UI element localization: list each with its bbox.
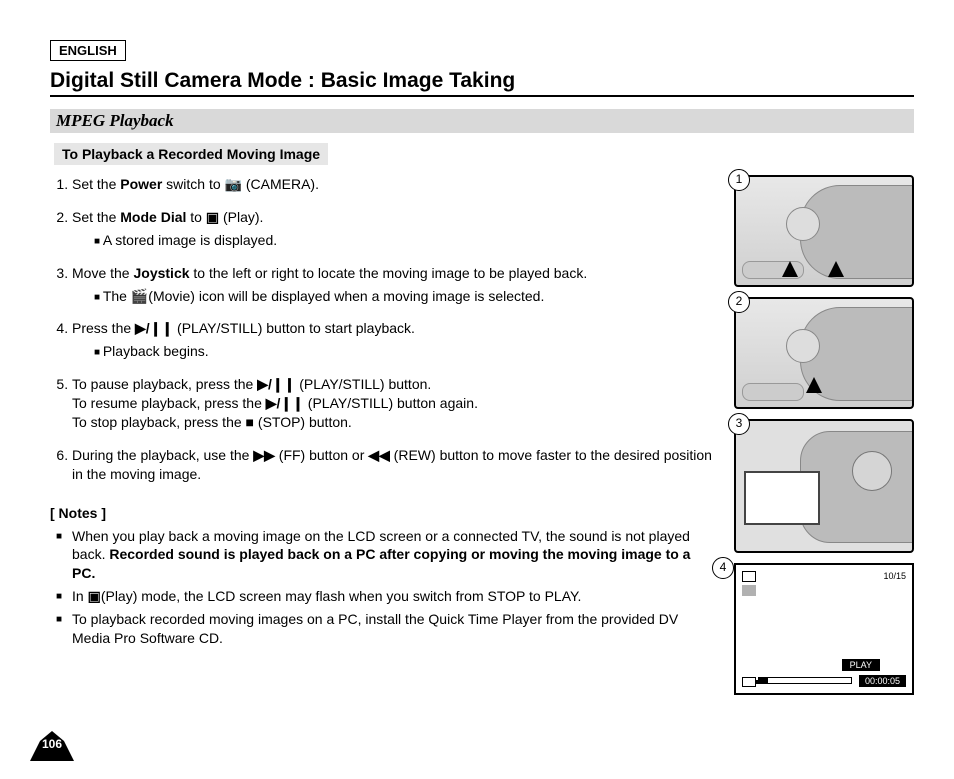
- step-1: Set the Power switch to 📷 (CAMERA).: [72, 175, 714, 194]
- figure-4: 4 10/15 PLAY 00:00:05: [734, 563, 914, 695]
- figure-column: 1 2 3 4: [734, 175, 914, 695]
- movie-icon: 🎬: [131, 288, 148, 304]
- figure-2: 2: [734, 297, 914, 409]
- note-1: When you play back a moving image on the…: [50, 527, 714, 584]
- play-mode-icon: ▣: [206, 209, 219, 225]
- step-4-sub: Playback begins.: [94, 342, 714, 361]
- play-mode-icon: ▣: [88, 588, 101, 604]
- battery-icon: [742, 677, 756, 687]
- figure-2-illustration: [734, 297, 914, 409]
- arrow-up-icon: [806, 377, 822, 393]
- progress-bar: [758, 677, 852, 684]
- step-3: Move the Joystick to the left or right t…: [72, 264, 714, 306]
- ff-icon: ▶▶: [253, 447, 275, 463]
- step-4: Press the ▶/❙❙ (PLAY/STILL) button to st…: [72, 319, 714, 361]
- step-5: To pause playback, press the ▶/❙❙ (PLAY/…: [72, 375, 714, 432]
- note-2: In ▣(Play) mode, the LCD screen may flas…: [50, 587, 714, 606]
- note-3: To playback recorded moving images on a …: [50, 610, 714, 648]
- arrow-up-icon: [828, 261, 844, 277]
- figure-1-illustration: [734, 175, 914, 287]
- page-title: Digital Still Camera Mode : Basic Image …: [50, 69, 914, 97]
- arrow-up-icon: [782, 261, 798, 277]
- figure-3-illustration: [734, 419, 914, 553]
- subsection-heading: To Playback a Recorded Moving Image: [54, 143, 328, 165]
- step-3-sub: The 🎬(Movie) icon will be displayed when…: [94, 287, 714, 306]
- step-6: During the playback, use the ▶▶ (FF) but…: [72, 446, 714, 484]
- playback-screen: 10/15 PLAY 00:00:05: [734, 563, 914, 695]
- figure-3: 3: [734, 419, 914, 553]
- stop-icon: ■: [246, 414, 254, 430]
- rew-icon: ◀◀: [368, 447, 390, 463]
- page-number: 106: [30, 737, 74, 751]
- figure-3-number: 3: [728, 413, 750, 435]
- page-number-badge: 106: [30, 731, 74, 761]
- step-2-sub: A stored image is displayed.: [94, 231, 714, 250]
- figure-1: 1: [734, 175, 914, 287]
- camera-icon: 📷: [225, 176, 242, 192]
- step-2: Set the Mode Dial to ▣ (Play). A stored …: [72, 208, 714, 250]
- figure-4-number: 4: [712, 557, 734, 579]
- play-still-icon: ▶/❙❙: [135, 320, 173, 336]
- card-icon: [742, 571, 756, 582]
- play-still-icon: ▶/❙❙: [257, 376, 295, 392]
- section-heading: MPEG Playback: [50, 109, 914, 133]
- play-status-label: PLAY: [842, 659, 880, 671]
- elapsed-time: 00:00:05: [859, 675, 906, 687]
- image-counter: 10/15: [883, 571, 906, 581]
- notes-heading: [ Notes ]: [50, 504, 714, 523]
- language-label: ENGLISH: [50, 40, 126, 61]
- figure-1-number: 1: [728, 169, 750, 191]
- play-still-icon: ▶/❙❙: [266, 395, 304, 411]
- instruction-column: Set the Power switch to 📷 (CAMERA). Set …: [50, 175, 714, 652]
- figure-2-number: 2: [728, 291, 750, 313]
- movie-clip-icon: [742, 585, 756, 596]
